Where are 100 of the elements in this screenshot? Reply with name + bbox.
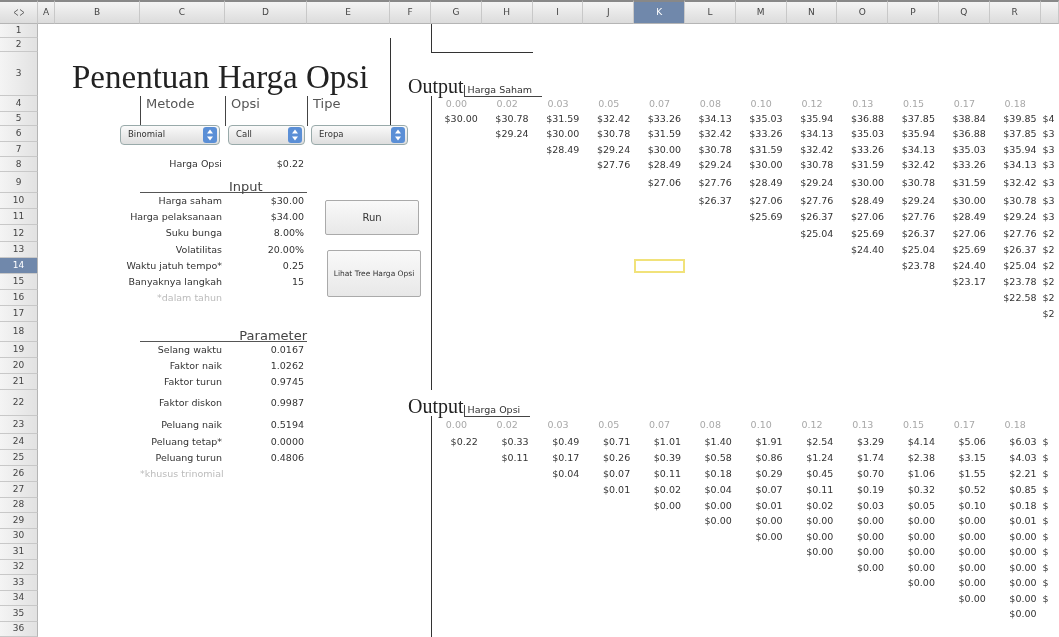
tree-value: $0.00 — [805, 531, 835, 541]
row-header[interactable]: 11 — [0, 209, 38, 225]
column-header[interactable]: I — [532, 0, 584, 24]
select-all-icon[interactable] — [12, 9, 25, 16]
row-header[interactable]: 35 — [0, 606, 38, 622]
dropdown[interactable]: Eropa — [311, 124, 408, 145]
tree-value: $3 — [1041, 177, 1056, 188]
tree-value: $3 — [1041, 144, 1056, 155]
tree-value: $0.00 — [855, 516, 886, 526]
column-header[interactable]: K — [634, 0, 685, 24]
row-header[interactable]: 33 — [0, 575, 38, 591]
tree-value: $ — [1041, 547, 1050, 557]
row-header[interactable]: 17 — [0, 306, 38, 322]
cell-label: Peluang tetap* — [150, 436, 223, 448]
row-header[interactable]: 25 — [0, 450, 38, 466]
tree-value: $3 — [1041, 212, 1056, 222]
tree-value: $2 — [1041, 293, 1056, 303]
tree-value: $1.01 — [652, 437, 682, 447]
row-header[interactable]: 19 — [0, 342, 38, 358]
dropdown[interactable]: Call — [228, 124, 305, 145]
row-header[interactable]: 6 — [0, 126, 38, 142]
tree-value: $0.00 — [1008, 562, 1038, 572]
row-header[interactable]: 26 — [0, 466, 38, 482]
column-header[interactable]: A — [38, 0, 55, 24]
tree-value: $30.78 — [595, 129, 632, 139]
tree-value: $0.00 — [855, 531, 886, 541]
column-header[interactable]: B — [55, 0, 140, 24]
tree-value: $0.00 — [957, 531, 987, 541]
tree-value: $0.00 — [1008, 593, 1038, 603]
tree-value: $0.00 — [1008, 531, 1038, 541]
tree-value: $ — [1041, 578, 1050, 588]
row-header[interactable]: 31 — [0, 544, 38, 560]
row-header[interactable]: 15 — [0, 274, 38, 290]
row-header[interactable]: 22 — [0, 390, 38, 416]
tree-value: $30.78 — [1002, 196, 1038, 206]
tree-value: $26.37 — [799, 212, 835, 222]
dropdown[interactable]: Binomial — [120, 124, 220, 145]
cell-label: Selang waktu — [156, 344, 223, 356]
column-header[interactable]: R — [989, 0, 1041, 24]
tree-value: $29.24 — [1002, 212, 1038, 222]
tree-value: $25.04 — [900, 245, 936, 255]
tree-value: $0.00 — [906, 578, 936, 588]
cell-cursor[interactable] — [634, 259, 685, 273]
row-header[interactable]: 1 — [0, 24, 38, 38]
tree-value: $0.32 — [906, 485, 936, 495]
row-header[interactable]: 24 — [0, 434, 38, 450]
column-header[interactable]: E — [307, 0, 390, 24]
time-step: 0.02 — [481, 420, 533, 430]
tree-value: $36.88 — [951, 129, 987, 139]
tree-value: $33.26 — [748, 129, 784, 139]
cell-value: 0.0000 — [269, 436, 305, 448]
row-header[interactable]: 2 — [0, 38, 38, 52]
row-header[interactable]: 3 — [0, 52, 38, 96]
tree-value: $0.01 — [1008, 516, 1038, 526]
row-header[interactable]: 18 — [0, 322, 38, 342]
cell-label: Harga Opsi — [168, 159, 223, 170]
cell-value: 20.00% — [266, 244, 305, 256]
row-header[interactable]: 9 — [0, 172, 38, 193]
tree-value: $0.29 — [754, 469, 784, 479]
column-header[interactable]: F — [390, 0, 431, 24]
row-header[interactable]: 10 — [0, 193, 38, 209]
column-header[interactable]: O — [837, 0, 889, 24]
row-header[interactable]: 16 — [0, 290, 38, 306]
tree-value: $0.52 — [957, 485, 987, 495]
tree-value: $32.42 — [799, 144, 835, 155]
tree-value: $1.40 — [703, 437, 733, 447]
tree-value: $31.59 — [545, 114, 581, 124]
row-header[interactable]: 4 — [0, 96, 38, 112]
column-header[interactable]: H — [481, 0, 533, 24]
column-header[interactable]: L — [685, 0, 736, 24]
column-header[interactable]: Q — [938, 0, 990, 24]
row-header[interactable]: 12 — [0, 225, 38, 242]
row-header[interactable]: 14 — [0, 258, 38, 274]
tree-value: $0.01 — [602, 485, 632, 495]
row-header[interactable]: 21 — [0, 374, 38, 390]
column-header[interactable]: M — [735, 0, 787, 24]
time-step: 0.03 — [532, 99, 584, 109]
tree-value: $34.13 — [799, 129, 835, 139]
tree-value: $34.13 — [900, 144, 936, 155]
row-header[interactable]: 29 — [0, 513, 38, 529]
tree-value: $37.85 — [1002, 129, 1038, 139]
footnote: *dalam tahun — [156, 292, 223, 304]
cell-label: Peluang naik — [160, 419, 223, 431]
row-header[interactable]: 27 — [0, 482, 38, 498]
column-header[interactable]: C — [140, 0, 225, 24]
row-header[interactable]: 13 — [0, 242, 38, 258]
row-header[interactable]: 20 — [0, 358, 38, 374]
row-header[interactable]: 8 — [0, 157, 38, 172]
tree-value: $ — [1041, 485, 1050, 495]
tree-value: $2 — [1041, 245, 1056, 255]
sheet-button[interactable]: Run — [325, 200, 419, 235]
column-header[interactable]: J — [583, 0, 635, 24]
row-header[interactable]: 5 — [0, 112, 38, 126]
column-header[interactable]: D — [225, 0, 307, 24]
row-header[interactable]: 7 — [0, 142, 38, 157]
row-header[interactable]: 23 — [0, 416, 38, 434]
column-header[interactable]: G — [431, 0, 482, 24]
column-header[interactable]: P — [888, 0, 939, 24]
tree-value: $ — [1041, 437, 1050, 447]
column-header[interactable]: N — [786, 0, 838, 24]
